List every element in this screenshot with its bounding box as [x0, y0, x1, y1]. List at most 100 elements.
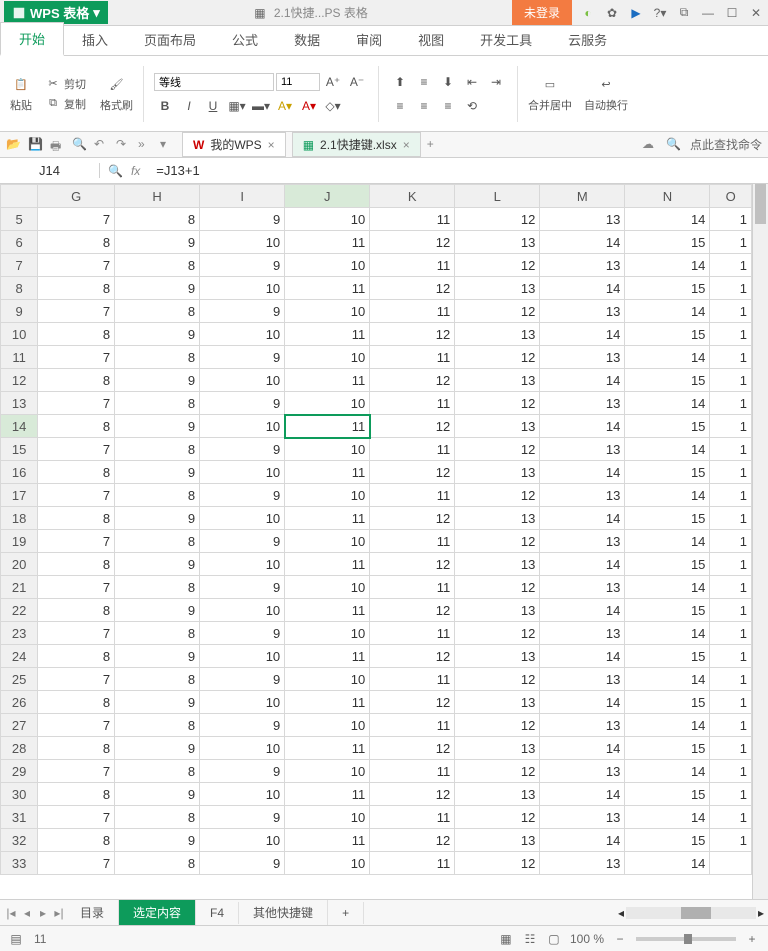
cell[interactable]: 8	[115, 576, 200, 599]
cell[interactable]: 12	[370, 691, 455, 714]
align-top-button[interactable]: ⬆	[389, 71, 411, 93]
cell[interactable]: 8	[115, 438, 200, 461]
cell[interactable]: 11	[370, 806, 455, 829]
cell[interactable]: 9	[115, 553, 200, 576]
font-size-select[interactable]	[276, 73, 320, 91]
cell[interactable]: 9	[200, 622, 285, 645]
cell[interactable]: 1	[710, 323, 752, 346]
cell[interactable]: 13	[540, 300, 625, 323]
cell[interactable]: 12	[370, 645, 455, 668]
cell[interactable]: 15	[625, 461, 710, 484]
save-icon[interactable]: 💾	[28, 137, 44, 153]
border-button[interactable]: ▦▾	[226, 95, 248, 117]
cell[interactable]: 12	[455, 438, 540, 461]
cell[interactable]: 7	[38, 438, 115, 461]
row-header[interactable]: 7	[1, 254, 38, 277]
cell[interactable]: 11	[370, 438, 455, 461]
cell[interactable]: 8	[115, 300, 200, 323]
cell[interactable]: 10	[200, 829, 285, 852]
column-header[interactable]: J	[285, 185, 370, 208]
cell[interactable]: 14	[625, 760, 710, 783]
cell[interactable]: 11	[370, 852, 455, 875]
cell[interactable]: 9	[200, 346, 285, 369]
sheet-tab-3[interactable]: F4	[196, 902, 239, 924]
cell[interactable]: 10	[285, 438, 370, 461]
column-header[interactable]: O	[710, 185, 752, 208]
cell[interactable]: 11	[370, 622, 455, 645]
italic-button[interactable]: I	[178, 95, 200, 117]
cell[interactable]: 14	[540, 369, 625, 392]
cell[interactable]: 8	[115, 484, 200, 507]
cell[interactable]: 12	[370, 415, 455, 438]
cell[interactable]: 13	[540, 714, 625, 737]
cell[interactable]: 14	[625, 346, 710, 369]
row-header[interactable]: 23	[1, 622, 38, 645]
cell[interactable]: 8	[38, 783, 115, 806]
cell[interactable]: 13	[540, 852, 625, 875]
sheet-nav[interactable]: |◂◂▸▸|	[4, 906, 66, 920]
cell[interactable]: 14	[625, 254, 710, 277]
cell[interactable]: 8	[38, 277, 115, 300]
cell[interactable]: 11	[285, 231, 370, 254]
cell[interactable]: 9	[200, 438, 285, 461]
close-tab-icon[interactable]: ×	[403, 138, 410, 152]
cell[interactable]: 15	[625, 323, 710, 346]
align-middle-button[interactable]: ≡	[413, 71, 435, 93]
wrap-text-button[interactable]: ↩ 自动换行	[580, 73, 632, 115]
cell[interactable]: 14	[625, 208, 710, 231]
underline-button[interactable]: U	[202, 95, 224, 117]
cell[interactable]: 14	[540, 507, 625, 530]
cell[interactable]: 13	[540, 668, 625, 691]
row-header[interactable]: 22	[1, 599, 38, 622]
cell[interactable]: 12	[455, 806, 540, 829]
cell[interactable]: 10	[200, 783, 285, 806]
cell[interactable]: 11	[370, 254, 455, 277]
cell[interactable]: 8	[115, 392, 200, 415]
cell[interactable]: 12	[370, 829, 455, 852]
print-icon[interactable]: 🖶	[50, 137, 66, 153]
cell[interactable]: 10	[285, 806, 370, 829]
row-header[interactable]: 15	[1, 438, 38, 461]
cell[interactable]: 1	[710, 714, 752, 737]
cell[interactable]: 10	[200, 369, 285, 392]
scroll-right-icon[interactable]: ▸	[758, 906, 764, 920]
cell[interactable]: 9	[200, 852, 285, 875]
cell[interactable]: 9	[115, 369, 200, 392]
row-header[interactable]: 32	[1, 829, 38, 852]
cell[interactable]: 8	[38, 645, 115, 668]
cell[interactable]: 13	[455, 277, 540, 300]
cell[interactable]: 14	[540, 461, 625, 484]
row-header[interactable]: 10	[1, 323, 38, 346]
cell[interactable]: 9	[200, 254, 285, 277]
cell[interactable]: 8	[38, 599, 115, 622]
cell[interactable]: 11	[285, 783, 370, 806]
app-menu-caret[interactable]: ▾	[93, 5, 100, 21]
cell[interactable]: 10	[200, 277, 285, 300]
redo-icon[interactable]: ↷	[116, 137, 132, 153]
cell[interactable]: 9	[115, 829, 200, 852]
cell[interactable]: 10	[285, 760, 370, 783]
row-header[interactable]: 30	[1, 783, 38, 806]
add-sheet-button[interactable]: +	[328, 902, 364, 924]
cell[interactable]: 11	[285, 323, 370, 346]
dropdown-icon[interactable]: ▾	[160, 137, 176, 153]
cell[interactable]: 11	[285, 369, 370, 392]
cell[interactable]: 10	[285, 300, 370, 323]
cell[interactable]: 7	[38, 254, 115, 277]
row-header[interactable]: 19	[1, 530, 38, 553]
cell[interactable]: 9	[115, 461, 200, 484]
cell[interactable]: 7	[38, 806, 115, 829]
cell[interactable]: 15	[625, 553, 710, 576]
cell[interactable]: 11	[285, 415, 370, 438]
vertical-scrollbar-thumb[interactable]	[755, 184, 766, 224]
cell[interactable]: 10	[285, 668, 370, 691]
open-icon[interactable]: 📂	[6, 137, 22, 153]
cell[interactable]: 10	[200, 553, 285, 576]
zoom-in-icon[interactable]: +	[744, 931, 760, 947]
cell[interactable]: 12	[455, 576, 540, 599]
merge-center-button[interactable]: ▭ 合并居中	[524, 73, 576, 115]
cell[interactable]: 9	[200, 668, 285, 691]
cell[interactable]: 13	[540, 484, 625, 507]
sync-icon[interactable]: ◐	[580, 5, 596, 21]
row-header[interactable]: 24	[1, 645, 38, 668]
